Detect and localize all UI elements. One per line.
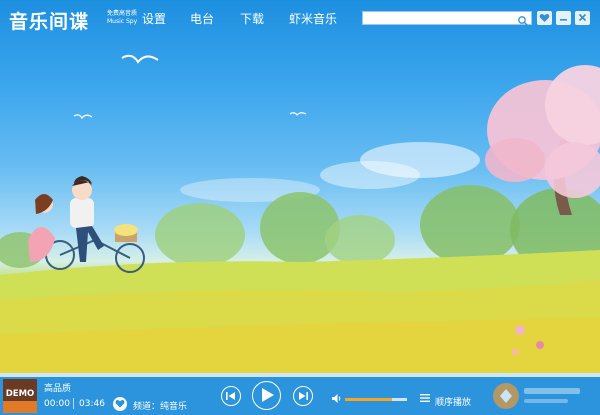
heart-icon — [115, 400, 125, 408]
minimize-icon — [560, 19, 567, 21]
play-mode-label[interactable]: 顺序播放 — [435, 395, 471, 408]
watermark-logo — [493, 383, 580, 409]
total-duration: 03:46 — [79, 399, 105, 409]
elapsed-time: 00:00 — [44, 399, 70, 409]
nav-download[interactable]: 下载 — [240, 10, 264, 27]
logo-tagline: 免费高音质 — [107, 10, 138, 17]
close-button[interactable] — [575, 11, 590, 25]
minimize-button[interactable] — [556, 11, 571, 25]
channel-label: 频道：纯音乐 — [133, 402, 188, 412]
previous-icon — [226, 391, 235, 400]
nav-radio[interactable]: 电台 — [190, 10, 214, 27]
cover-label: DEMO — [5, 389, 35, 399]
album-cover[interactable]: DEMO — [3, 379, 37, 413]
search-input[interactable] — [363, 12, 515, 24]
volume-slider[interactable] — [345, 398, 407, 401]
previous-button[interactable] — [221, 386, 241, 406]
play-button[interactable] — [252, 381, 281, 410]
logo-english-name: Music Spy — [107, 18, 138, 25]
next-icon — [299, 391, 308, 400]
favorite-button[interactable] — [537, 11, 552, 25]
cover-stripe — [3, 401, 37, 413]
app-logo-subtitle: 免费高音质 Music Spy — [107, 10, 137, 26]
play-icon — [262, 388, 274, 402]
volume-icon[interactable] — [331, 393, 343, 404]
time-separator — [73, 398, 74, 409]
nav-xiami-music[interactable]: 虾米音乐 — [289, 10, 337, 27]
app-logo: 音乐间谍 — [9, 11, 90, 33]
search-button[interactable] — [517, 12, 530, 26]
nav-settings[interactable]: 设置 — [142, 10, 166, 27]
heart-icon — [539, 14, 550, 22]
next-button[interactable] — [293, 386, 313, 406]
title-bar: 音乐间谍 免费高音质 Music Spy 设置 电台 下载 虾米音乐 — [0, 0, 600, 36]
search-icon — [518, 16, 528, 26]
close-icon — [578, 13, 587, 22]
meadow-illustration — [0, 54, 600, 373]
background-scene — [0, 0, 600, 373]
list-icon[interactable] — [419, 392, 431, 404]
volume-level — [345, 398, 392, 401]
search-box — [362, 11, 532, 26]
track-title: 高品质 — [44, 384, 72, 394]
like-button[interactable] — [113, 397, 127, 411]
